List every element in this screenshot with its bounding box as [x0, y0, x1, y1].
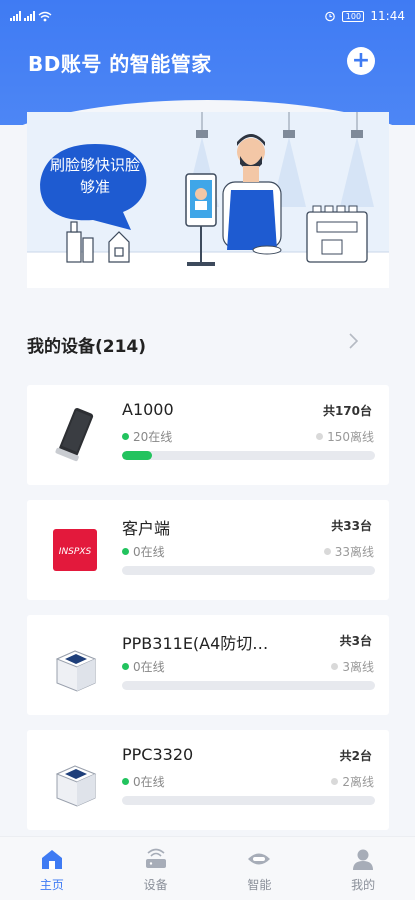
nav-item-mine[interactable]: 我的 [311, 837, 415, 900]
nav-label: 智能 [247, 878, 272, 892]
device-total: 共33台 [331, 519, 372, 533]
offline-dot-icon [331, 663, 339, 670]
phone-device-icon [55, 408, 94, 462]
chevron-right-icon[interactable] [345, 330, 361, 352]
device-online-status: 0在线 [122, 543, 165, 560]
device-online-status: 0在线 [122, 658, 165, 675]
device-online-count: 0在线 [133, 545, 165, 559]
device-offline-status: 150离线 [316, 428, 374, 445]
banner-illustration [27, 112, 389, 288]
online-progress-bar [122, 566, 375, 575]
device-online-status: 0在线 [122, 773, 165, 790]
device-name: PPC3320 [122, 745, 194, 764]
nav-label: 我的 [351, 878, 376, 892]
offline-dot-icon [331, 778, 339, 785]
online-dot-icon [122, 548, 129, 555]
home-icon [41, 850, 62, 869]
device-offline-count: 2离线 [342, 775, 374, 789]
bottom-nav: 主页 设备 智能 我的 [0, 836, 415, 900]
client-logo-text: INSPXS [59, 547, 92, 557]
online-progress-bar [122, 451, 375, 460]
device-offline-count: 150离线 [327, 430, 374, 444]
alarm-icon [325, 11, 336, 22]
device-online-count: 20在线 [133, 430, 173, 444]
device-card[interactable]: INSPXS 客户端 共33台 0在线 33离线 [27, 500, 389, 600]
device-name: PPB311E(A4防切… [122, 634, 269, 653]
device-offline-status: 3离线 [331, 658, 374, 675]
banner-bubble-text: 刷脸够快识脸够准 [49, 156, 140, 196]
add-button[interactable]: + [347, 47, 375, 75]
signal-indicators [10, 11, 52, 22]
device-total: 共3台 [339, 634, 372, 648]
promo-banner[interactable]: 刷脸够快识脸够准 [27, 112, 389, 288]
scanner-device-icon [55, 765, 97, 807]
device-offline-status: 33离线 [323, 543, 374, 560]
device-total: 共2台 [339, 749, 372, 763]
signal-icon [10, 11, 21, 21]
device-online-count: 0在线 [133, 660, 165, 674]
online-progress-bar [122, 681, 375, 690]
nav-label: 设备 [143, 878, 168, 892]
device-name: 客户端 [122, 519, 171, 538]
device-card[interactable]: PPB311E(A4防切… 共3台 0在线 3离线 [27, 615, 389, 715]
device-total: 共170台 [322, 404, 372, 418]
status-bar: 100 11:44 [0, 0, 415, 32]
signal-icon [24, 11, 35, 21]
online-dot-icon [122, 663, 129, 670]
nav-item-devices[interactable]: 设备 [104, 837, 208, 900]
device-online-status: 20在线 [122, 428, 172, 445]
online-dot-icon [122, 778, 129, 785]
offline-dot-icon [323, 548, 331, 555]
nav-label: 主页 [39, 878, 64, 892]
page-title: BD账号 的智能管家 [28, 52, 212, 76]
device-online-count: 0在线 [133, 775, 165, 789]
wifi-icon [38, 11, 52, 21]
battery-icon: 100 [342, 10, 365, 22]
client-logo-icon: INSPXS [53, 529, 97, 571]
router-icon [145, 848, 166, 868]
status-time: 11:44 [370, 9, 405, 23]
scanner-device-icon [55, 650, 97, 692]
online-progress-bar [122, 796, 375, 805]
devices-section-title: 我的设备(214) [27, 337, 147, 357]
device-offline-count: 3离线 [342, 660, 374, 674]
device-card[interactable]: PPC3320 共2台 0在线 2离线 [27, 730, 389, 830]
online-progress-fill [122, 451, 152, 460]
device-card[interactable]: A1000 共170台 20在线 150离线 [27, 385, 389, 485]
nav-item-smart[interactable]: 智能 [208, 837, 312, 900]
eye-icon [248, 853, 271, 865]
device-name: A1000 [122, 400, 174, 419]
person-icon [353, 849, 374, 870]
device-offline-status: 2离线 [331, 773, 374, 790]
device-offline-count: 33离线 [334, 545, 374, 559]
offline-dot-icon [316, 433, 324, 440]
nav-item-home[interactable]: 主页 [0, 837, 104, 900]
online-dot-icon [122, 433, 129, 440]
